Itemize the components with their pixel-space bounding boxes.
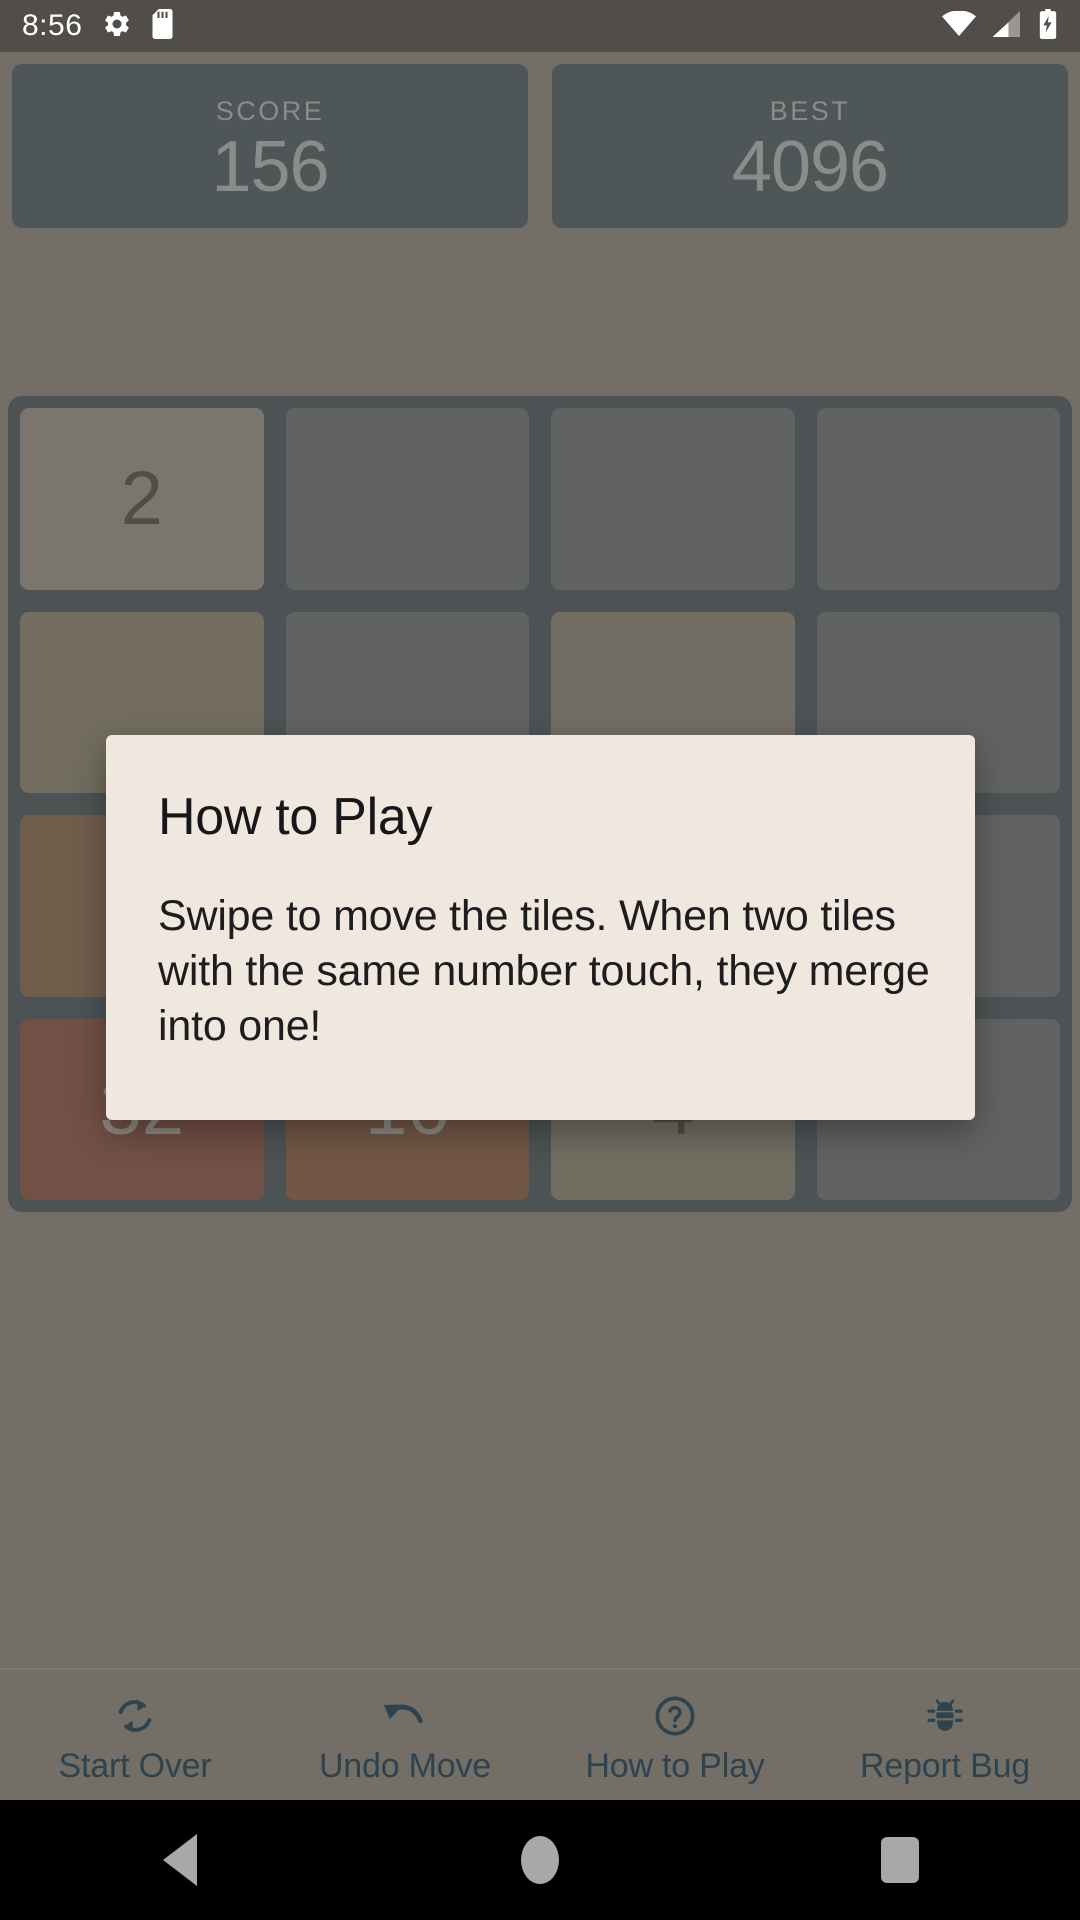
recents-square-icon: [881, 1837, 919, 1883]
nav-back-button[interactable]: [120, 1800, 240, 1920]
status-bar-clock: 8:56: [22, 9, 83, 42]
cellular-signal-icon: [992, 10, 1022, 42]
bug-icon: [922, 1691, 968, 1741]
wifi-icon: [942, 10, 976, 42]
sd-card-icon: [152, 8, 178, 44]
battery-charging-icon: [1038, 8, 1058, 44]
back-triangle-icon: [163, 1834, 197, 1886]
nav-recents-button[interactable]: [840, 1800, 960, 1920]
bottom-toolbar: Start Over Undo Move How to Play Report …: [0, 1668, 1080, 1800]
question-circle-icon: [652, 1691, 698, 1741]
how-to-play-label: How to Play: [585, 1746, 765, 1785]
start-over-button[interactable]: Start Over: [0, 1670, 270, 1800]
how-to-play-button[interactable]: How to Play: [540, 1670, 810, 1800]
refresh-icon: [112, 1691, 158, 1741]
dialog-body: Swipe to move the tiles. When two tiles …: [158, 892, 930, 1051]
status-bar: 8:56: [0, 0, 1080, 52]
dialog-title: How to Play: [158, 788, 433, 846]
nav-home-button[interactable]: [480, 1800, 600, 1920]
app-screen: 8:56 SCORE 156 BEST 4096 2 How to Play S…: [0, 0, 1080, 1920]
undo-move-button[interactable]: Undo Move: [270, 1670, 540, 1800]
settings-gear-icon: [102, 9, 132, 44]
start-over-label: Start Over: [58, 1746, 212, 1785]
report-bug-button[interactable]: Report Bug: [810, 1670, 1080, 1800]
status-bar-left: 8:56: [22, 8, 178, 44]
home-circle-icon: [521, 1836, 559, 1884]
undo-arrow-icon: [380, 1691, 430, 1741]
undo-move-label: Undo Move: [318, 1746, 492, 1785]
android-navigation-bar: [0, 1800, 1080, 1920]
how-to-play-dialog: How to Play Swipe to move the tiles. Whe…: [106, 735, 975, 1120]
report-bug-label: Report Bug: [860, 1746, 1030, 1785]
status-bar-right: [942, 8, 1058, 44]
